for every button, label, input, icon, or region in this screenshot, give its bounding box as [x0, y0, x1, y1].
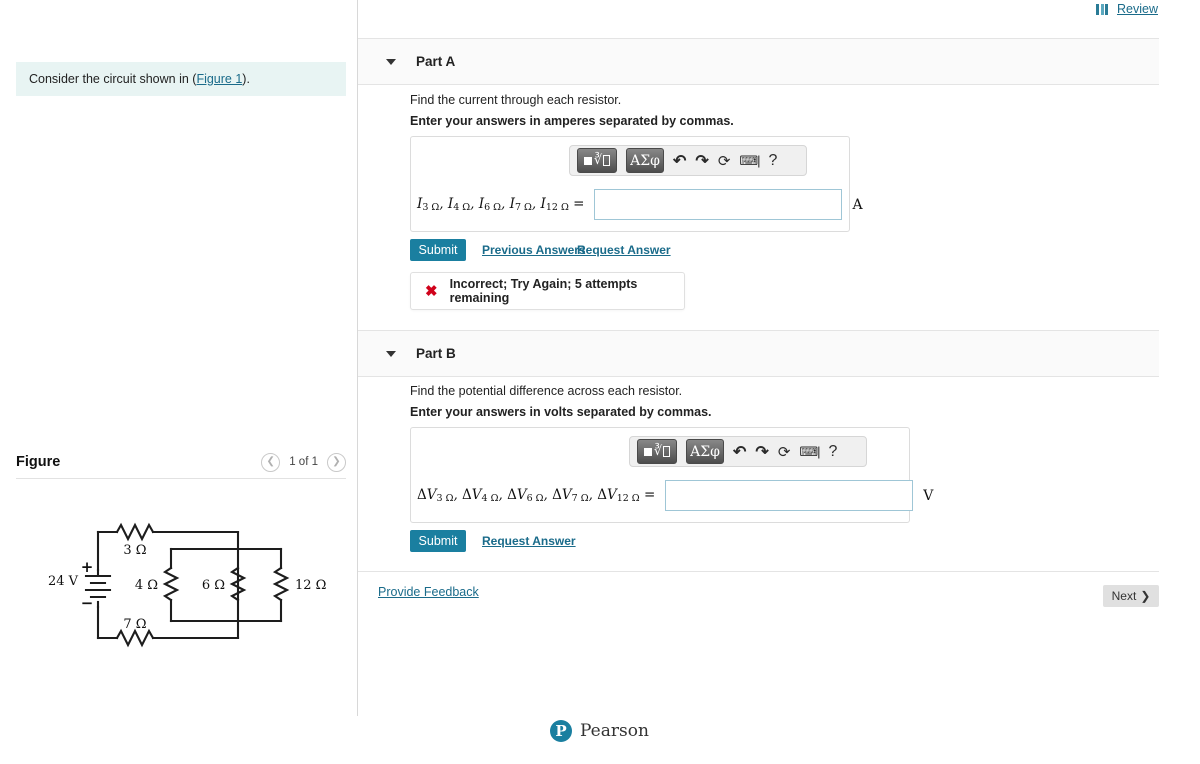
part-a-answer-row: I3 Ω, I4 Ω, I6 Ω, I7 Ω, I12 Ω = A: [417, 189, 863, 220]
part-b-prompt-bold: Enter your answers in volts separated by…: [410, 405, 712, 419]
part-b-label: Part B: [416, 346, 456, 361]
part-a-previous-answers-link[interactable]: Previous Answers: [482, 243, 586, 257]
undo-icon[interactable]: ↶: [733, 442, 746, 462]
resistor-label-3ohm: 3 Ω: [123, 543, 146, 558]
keyboard-icon[interactable]: ⌨|: [799, 444, 820, 460]
part-b-unit: V: [923, 487, 934, 504]
resistor-label-6ohm: 6 Ω: [202, 578, 225, 593]
part-a-mathbar: ∛ ΑΣφ ↶ ↷ ⟳ ⌨| ?: [569, 145, 807, 176]
part-a-submit-button[interactable]: Submit: [410, 239, 466, 261]
keyboard-icon[interactable]: ⌨|: [739, 153, 760, 169]
part-header-a[interactable]: Part A: [358, 38, 1159, 85]
figure-title: Figure: [16, 454, 61, 470]
intro-text-after: ).: [242, 72, 250, 86]
assignment-page: Review Consider the circuit shown in (Fi…: [0, 0, 1200, 764]
figure-counter: 1 of 1: [289, 456, 318, 468]
greek-symbols-button[interactable]: ΑΣφ: [626, 148, 664, 173]
part-a-answer-panel: ∛ ΑΣφ ↶ ↷ ⟳ ⌨| ? I3 Ω, I4 Ω, I6 Ω, I7 Ω,…: [410, 136, 863, 232]
part-b-answer-row: ΔV3 Ω, ΔV4 Ω, ΔV6 Ω, ΔV7 Ω, ΔV12 Ω = V: [417, 480, 933, 511]
caret-down-icon[interactable]: [386, 350, 396, 357]
part-b-submit-button[interactable]: Submit: [410, 530, 466, 552]
next-button[interactable]: Next ❯: [1103, 585, 1159, 607]
template-tool-button[interactable]: ∛: [637, 439, 677, 464]
resistor-label-4ohm: 4 Ω: [135, 578, 158, 593]
part-a-request-answer-link[interactable]: Request Answer: [577, 243, 671, 257]
help-icon[interactable]: ?: [829, 443, 838, 461]
reset-icon[interactable]: ⟳: [718, 152, 731, 170]
caret-down-icon[interactable]: [386, 58, 396, 65]
chevron-left-icon[interactable]: ❮: [261, 452, 281, 472]
pearson-wordmark: Pearson: [580, 721, 649, 741]
error-x-icon: ✖: [425, 283, 438, 300]
chevron-right-icon: ❯: [1140, 589, 1151, 603]
help-icon[interactable]: ?: [769, 152, 778, 170]
part-a-label: Part A: [416, 54, 456, 69]
part-header-b[interactable]: Part B: [358, 330, 1159, 377]
figure-divider: [16, 478, 346, 479]
redo-icon[interactable]: ↷: [755, 442, 768, 462]
resistor-label-12ohm: 12 Ω: [295, 578, 326, 593]
chevron-right-icon[interactable]: ❯: [327, 452, 346, 472]
part-a-unit: A: [852, 196, 863, 213]
minus-sign: −: [81, 594, 94, 612]
circuit-svg: 24 V + − 3 Ω 7 Ω 4 Ω 6 Ω 12 Ω: [48, 522, 326, 648]
part-b-mathbar: ∛ ΑΣφ ↶ ↷ ⟳ ⌨| ?: [629, 436, 867, 467]
intro-text-before: Consider the circuit shown in (: [29, 72, 197, 86]
problem-intro: Consider the circuit shown in (Figure 1)…: [16, 62, 346, 96]
part-a-prompt: Find the current through each resistor.: [410, 93, 622, 107]
figure-link[interactable]: Figure 1: [196, 72, 242, 86]
figure-pager: ❮ 1 of 1 ❯: [261, 452, 346, 472]
part-b-answer-panel: ∛ ΑΣφ ↶ ↷ ⟳ ⌨| ? ΔV3 Ω, ΔV4 Ω, ΔV6 Ω, ΔV…: [410, 427, 933, 523]
part-a-answer-label: I3 Ω, I4 Ω, I6 Ω, I7 Ω, I12 Ω =: [417, 196, 585, 213]
part-a-prompt-bold: Enter your answers in amperes separated …: [410, 114, 734, 128]
left-panel: Consider the circuit shown in (Figure 1)…: [0, 0, 358, 716]
redo-icon[interactable]: ↷: [695, 151, 708, 171]
part-b-prompt: Find the potential difference across eac…: [410, 384, 683, 398]
pearson-logo: P Pearson: [550, 716, 650, 746]
part-a-answer-input[interactable]: [594, 189, 843, 220]
plus-sign: +: [81, 558, 94, 576]
circuit-diagram[interactable]: 24 V + − 3 Ω 7 Ω 4 Ω 6 Ω 12 Ω: [16, 492, 346, 672]
part-a-feedback-message: Incorrect; Try Again; 5 attempts remaini…: [449, 277, 638, 305]
template-tool-button[interactable]: ∛: [577, 148, 617, 173]
provide-feedback-link[interactable]: Provide Feedback: [378, 585, 479, 599]
greek-symbols-button[interactable]: ΑΣφ: [686, 439, 724, 464]
part-b-request-answer-link[interactable]: Request Answer: [482, 534, 576, 548]
figure-header: Figure ❮ 1 of 1 ❯: [16, 448, 346, 476]
part-b-answer-input[interactable]: [665, 480, 914, 511]
undo-icon[interactable]: ↶: [673, 151, 686, 171]
intro-text: Consider the circuit shown in (Figure 1)…: [29, 72, 250, 86]
part-a-feedback: ✖ Incorrect; Try Again; 5 attempts remai…: [410, 272, 685, 310]
source-label: 24 V: [48, 574, 79, 589]
reset-icon[interactable]: ⟳: [778, 443, 791, 461]
part-b-answer-label: ΔV3 Ω, ΔV4 Ω, ΔV6 Ω, ΔV7 Ω, ΔV12 Ω =: [417, 487, 656, 504]
next-button-label: Next: [1111, 589, 1137, 603]
pearson-mark: P: [550, 720, 572, 742]
footer-divider: [358, 571, 1159, 572]
resistor-label-7ohm: 7 Ω: [123, 617, 146, 632]
right-panel: Part A Find the current through each res…: [358, 0, 1200, 716]
